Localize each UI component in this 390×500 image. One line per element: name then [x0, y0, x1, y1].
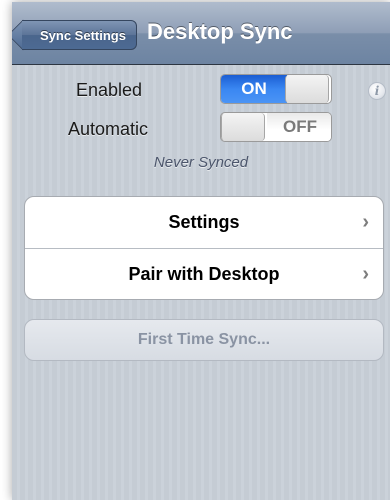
first-time-sync-button-label: First Time Sync...: [137, 331, 271, 348]
enabled-switch-on-text: ON: [221, 75, 287, 103]
pair-with-desktop-row[interactable]: Pair with Desktop ›: [25, 249, 383, 299]
sync-status-text: Never Synced: [153, 154, 249, 171]
enabled-switch[interactable]: ON: [220, 74, 332, 104]
screen: Sync Settings Desktop Sync Enabled ON i …: [12, 2, 390, 500]
chevron-right-icon: ›: [362, 263, 369, 285]
first-time-sync-button[interactable]: First Time Sync...: [24, 319, 384, 361]
settings-group: Settings › Pair with Desktop ›: [24, 196, 384, 300]
navigation-bar: Sync Settings Desktop Sync: [12, 2, 390, 65]
enabled-label: Enabled: [76, 80, 143, 100]
automatic-switch-knob[interactable]: [221, 113, 265, 141]
back-button-label: Sync Settings: [40, 28, 126, 43]
automatic-switch[interactable]: OFF: [220, 112, 332, 142]
back-button-wrapper: Sync Settings: [12, 2, 152, 64]
info-icon[interactable]: i: [368, 82, 386, 100]
enabled-switch-knob[interactable]: [285, 75, 329, 103]
settings-row[interactable]: Settings ›: [25, 197, 383, 249]
page-title: Desktop Sync: [147, 19, 293, 44]
settings-row-label: Settings: [168, 212, 240, 232]
automatic-switch-off-text: OFF: [267, 113, 331, 141]
pair-with-desktop-row-label: Pair with Desktop: [128, 264, 280, 284]
chevron-right-icon: ›: [362, 211, 369, 233]
back-button[interactable]: Sync Settings: [22, 20, 137, 50]
automatic-label: Automatic: [68, 119, 149, 139]
